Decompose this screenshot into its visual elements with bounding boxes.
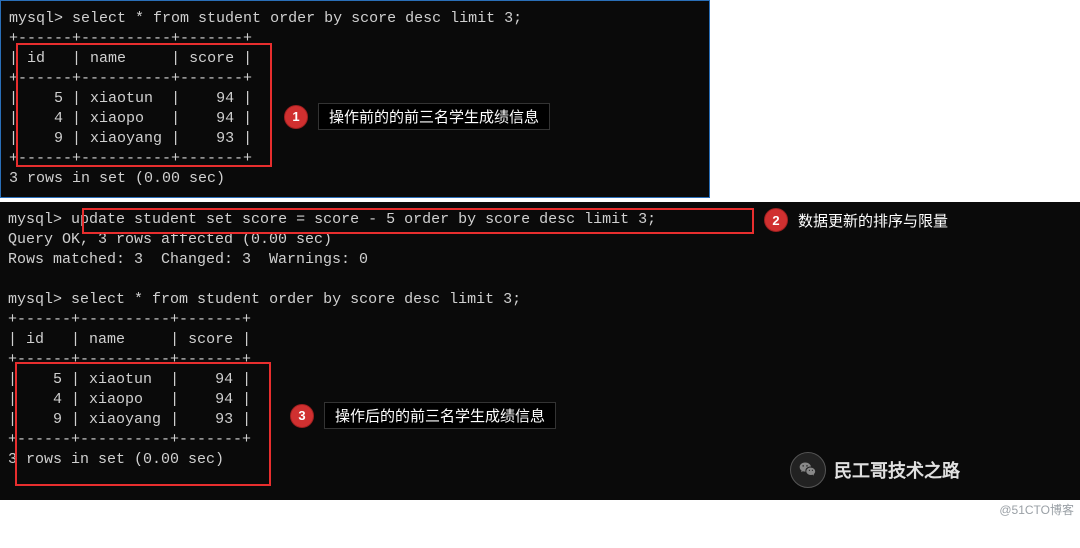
sql-update: update student set score = score - 5 ord…	[71, 211, 656, 228]
table-row: | 5 | xiaotun | 94 |	[8, 370, 1072, 390]
col-score: score	[189, 50, 234, 67]
badge-1: 1	[284, 105, 308, 129]
prompt: mysql>	[8, 291, 62, 308]
result-line: 3 rows in set (0.00 sec)	[9, 169, 701, 189]
terminal-before: mysql> select * from student order by sc…	[0, 0, 710, 198]
sql-query: select * from student order by score des…	[71, 291, 521, 308]
annotation-1: 1 操作前的的前三名学生成绩信息	[284, 103, 550, 130]
wechat-icon	[790, 452, 826, 488]
table-border: +------+----------+-------+	[8, 430, 1072, 450]
annotation-3-text: 操作后的的前三名学生成绩信息	[324, 402, 556, 429]
col-id: id	[27, 50, 45, 67]
annotation-2: 2 数据更新的排序与限量	[764, 208, 948, 232]
annotation-3: 3 操作后的的前三名学生成绩信息	[290, 402, 556, 429]
annotation-1-text: 操作前的的前三名学生成绩信息	[318, 103, 550, 130]
table-border: +------+----------+-------+	[9, 69, 701, 89]
table-row: | 9 | xiaoyang | 93 |	[9, 129, 701, 149]
watermark-sub: @51CTO博客	[999, 501, 1074, 518]
blank	[8, 270, 1072, 290]
query-line: mysql> select * from student order by sc…	[9, 9, 701, 29]
table-header: | id | name | score |	[9, 49, 701, 69]
table-border: +------+----------+-------+	[8, 310, 1072, 330]
update-result: Rows matched: 3 Changed: 3 Warnings: 0	[8, 250, 1072, 270]
watermark-text: 民工哥技术之路	[834, 457, 960, 483]
table-border: +------+----------+-------+	[8, 350, 1072, 370]
terminal-after: mysql> update student set score = score …	[0, 202, 1080, 500]
col-score: score	[188, 331, 233, 348]
col-id: id	[26, 331, 44, 348]
table-border: +------+----------+-------+	[9, 149, 701, 169]
badge-2: 2	[764, 208, 788, 232]
update-result: Query OK, 3 rows affected (0.00 sec)	[8, 230, 1072, 250]
table-border: +------+----------+-------+	[9, 29, 701, 49]
sql-query: select * from student order by score des…	[72, 10, 522, 27]
col-name: name	[90, 50, 126, 67]
col-name: name	[89, 331, 125, 348]
prompt: mysql>	[9, 10, 63, 27]
prompt: mysql>	[8, 211, 62, 228]
badge-3: 3	[290, 404, 314, 428]
watermark: 民工哥技术之路	[790, 452, 960, 488]
annotation-2-text: 数据更新的排序与限量	[798, 210, 948, 231]
query-line: mysql> select * from student order by sc…	[8, 290, 1072, 310]
table-header: | id | name | score |	[8, 330, 1072, 350]
